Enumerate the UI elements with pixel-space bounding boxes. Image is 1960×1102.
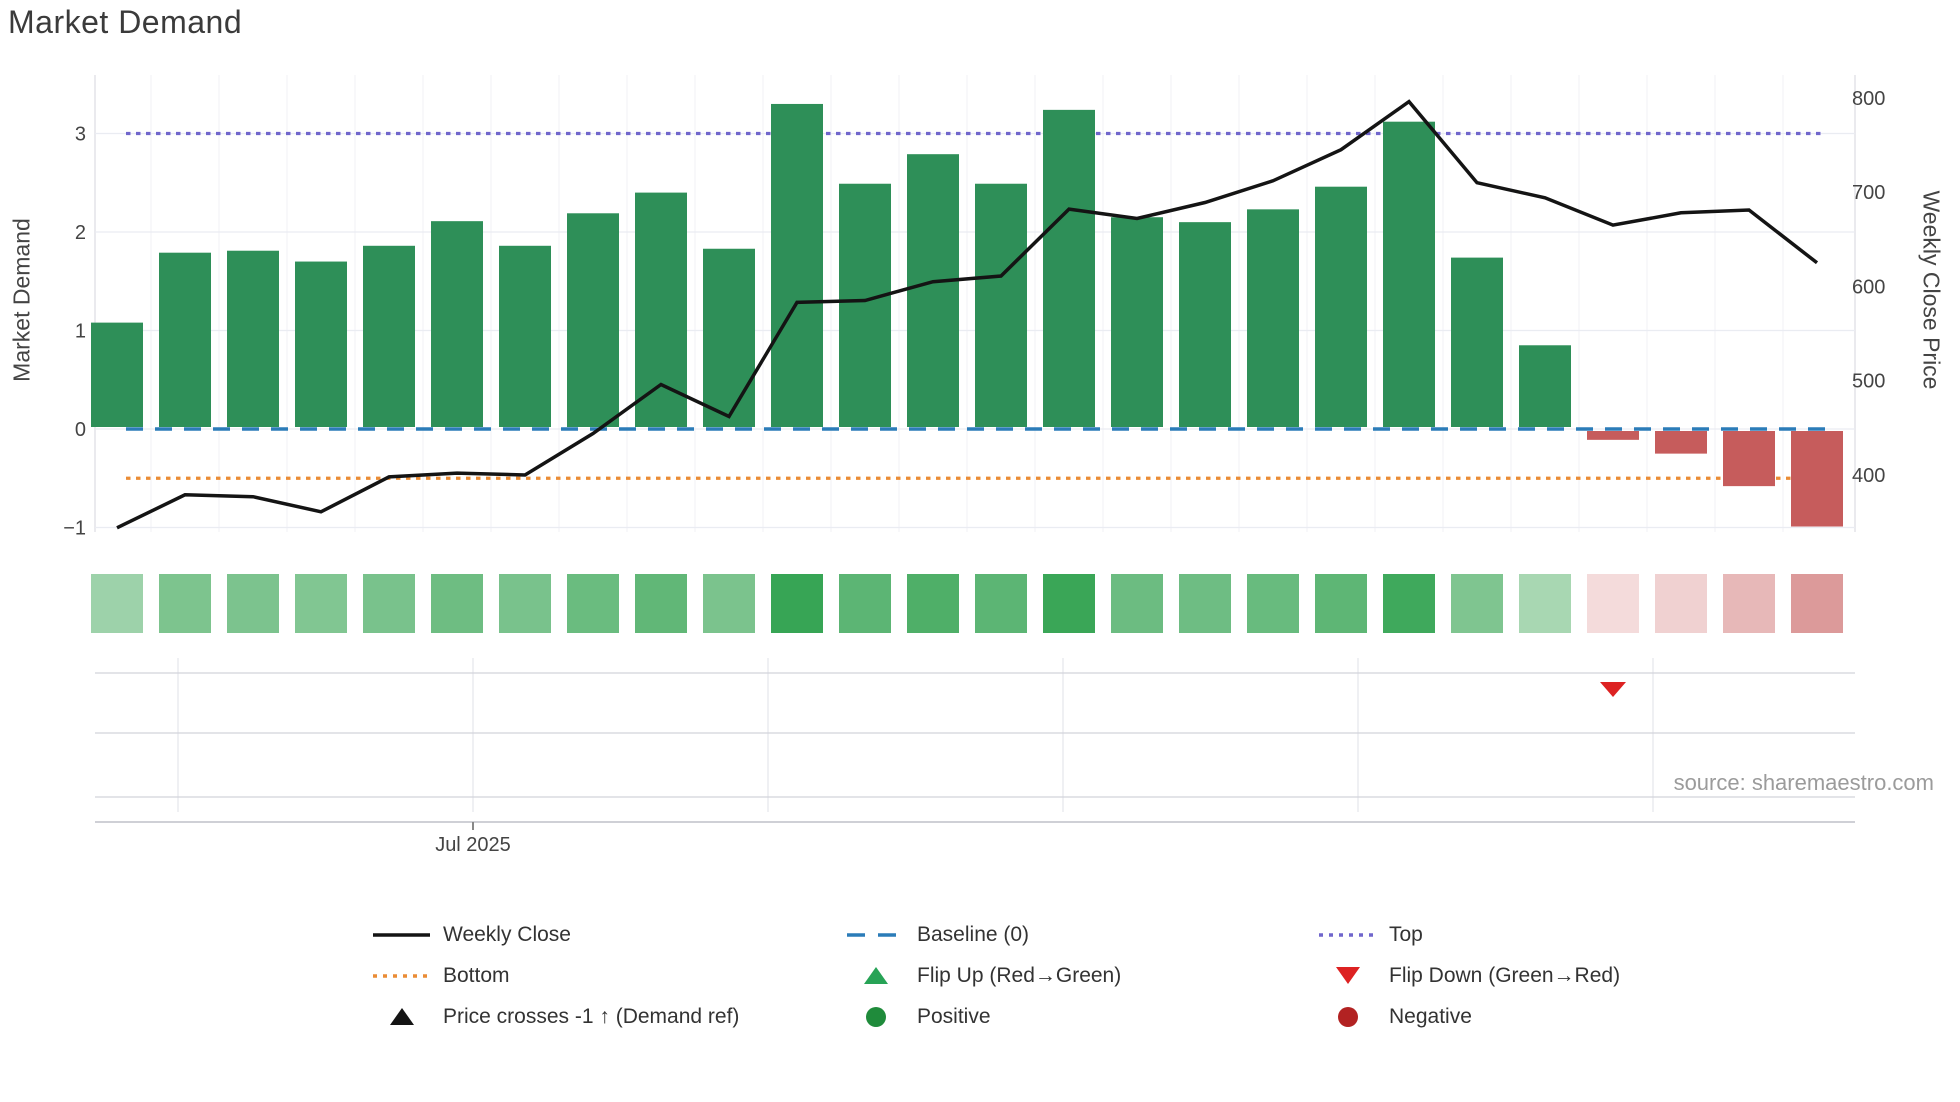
legend: Weekly Close Baseline (0) Top Bottom Flip Up…: [373, 922, 1649, 1029]
left-tick-label: 1: [75, 321, 86, 343]
top-line-swatch-icon: [1319, 923, 1376, 947]
demand-bar: [295, 261, 347, 427]
legend-label: Price crosses -1 ↑ (Demand ref): [443, 1004, 740, 1028]
heatmap-cell: [159, 574, 211, 633]
demand-bar: [1043, 109, 1095, 428]
right-tick-label: 700: [1852, 182, 1885, 204]
legend-item-price-crosses[interactable]: Price crosses -1 ↑ (Demand ref): [373, 1004, 847, 1029]
demand-bar: [1587, 431, 1639, 440]
heatmap-cell: [1723, 574, 1775, 633]
heatmap-cell: [1043, 574, 1095, 633]
demand-bar: [1723, 431, 1775, 487]
left-tick-label: 2: [75, 222, 86, 244]
demand-bar: [1383, 121, 1435, 428]
heatmap-cell: [975, 574, 1027, 633]
demand-bar: [1247, 209, 1299, 427]
heatmap-cell: [91, 574, 143, 633]
legend-item-flip-up[interactable]: Flip Up (Red→Green): [847, 963, 1319, 988]
legend-label: Negative: [1389, 1004, 1472, 1028]
heatmap-cell: [1791, 574, 1843, 633]
demand-bar: [1111, 217, 1163, 427]
left-tick-label: 0: [75, 419, 86, 441]
heatmap-cell: [1655, 574, 1707, 633]
heatmap-cell: [1179, 574, 1231, 633]
legend-label: Bottom: [443, 963, 510, 987]
demand-bar: [159, 252, 211, 427]
legend-item-top[interactable]: Top: [1319, 922, 1649, 947]
left-tick-label: −1: [63, 518, 86, 540]
baseline-line-swatch-icon: [847, 923, 904, 947]
legend-label: Baseline (0): [917, 922, 1030, 946]
heatmap-cell: [1519, 574, 1571, 633]
legend-label: Top: [1389, 922, 1423, 946]
chart-title: Market Demand: [8, 4, 243, 40]
right-tick-label: 400: [1852, 465, 1885, 487]
heatmap-cell: [499, 574, 551, 633]
right-tick-label: 800: [1852, 88, 1885, 110]
demand-bar: [499, 245, 551, 427]
heatmap-cell: [1587, 574, 1639, 633]
demand-bar: [363, 245, 415, 427]
flip-up-triangle-up-icon: [847, 964, 904, 988]
heatmap-cell: [363, 574, 415, 633]
heatmap-cell: [703, 574, 755, 633]
heatmap-cell: [295, 574, 347, 633]
heatmap-cell: [567, 574, 619, 633]
demand-bar: [1451, 257, 1503, 427]
flip-down-marker-icon: [1600, 682, 1626, 697]
legend-label: Positive: [917, 1004, 991, 1028]
x-axis-tick-label: Jul 2025: [435, 834, 511, 856]
heatmap-cell: [839, 574, 891, 633]
demand-bar: [703, 248, 755, 427]
demand-bar: [975, 183, 1027, 427]
heatmap-cell: [227, 574, 279, 633]
source-attribution: source: sharemaestro.com: [1673, 770, 1934, 795]
demand-bar: [431, 221, 483, 427]
demand-bar: [1791, 431, 1843, 527]
right-axis-title: Weekly Close Price: [1918, 190, 1945, 390]
demand-bar: [567, 213, 619, 427]
left-tick-label: 3: [75, 124, 86, 146]
demand-bar: [1315, 186, 1367, 427]
bottom-line-swatch-icon: [373, 964, 430, 988]
heatmap-cell: [431, 574, 483, 633]
left-axis-title: Market Demand: [8, 218, 35, 382]
heatmap-cell: [1315, 574, 1367, 633]
heatmap-cell: [907, 574, 959, 633]
legend-label: Weekly Close: [443, 922, 571, 946]
heatmap-cell: [771, 574, 823, 633]
demand-bar: [1179, 222, 1231, 427]
right-tick-label: 600: [1852, 276, 1885, 298]
legend-label: Flip Down (Green→Red): [1389, 963, 1621, 987]
heatmap-cell: [1111, 574, 1163, 633]
legend-item-negative[interactable]: Negative: [1319, 1004, 1649, 1029]
legend-item-baseline[interactable]: Baseline (0): [847, 922, 1319, 947]
legend-item-positive[interactable]: Positive: [847, 1004, 1319, 1029]
price-crosses-triangle-up-icon: [373, 1005, 430, 1029]
demand-bar: [91, 322, 143, 427]
legend-label: Flip Up (Red→Green): [917, 963, 1122, 987]
demand-bar: [1519, 345, 1571, 427]
heatmap-cell: [635, 574, 687, 633]
right-tick-label: 500: [1852, 371, 1885, 393]
demand-bar: [227, 250, 279, 427]
heatmap-cell: [1383, 574, 1435, 633]
heatmap-cell: [1451, 574, 1503, 633]
positive-dot-icon: [847, 1005, 904, 1029]
demand-bar: [907, 154, 959, 427]
flip-down-triangle-down-icon: [1319, 964, 1376, 988]
legend-item-flip-down[interactable]: Flip Down (Green→Red): [1319, 963, 1649, 988]
market-demand-chart: 3 2 1 0 −1 800 700 600 500 400 Market Demand Mark…: [0, 0, 1960, 1102]
demand-bar: [839, 183, 891, 427]
heatmap-cell: [1247, 574, 1299, 633]
demand-bar: [771, 103, 823, 427]
demand-bar: [1655, 431, 1707, 454]
negative-dot-icon: [1319, 1005, 1376, 1029]
legend-item-weekly-close[interactable]: Weekly Close: [373, 922, 847, 947]
weekly-close-line-swatch-icon: [373, 923, 430, 947]
legend-item-bottom[interactable]: Bottom: [373, 963, 847, 988]
